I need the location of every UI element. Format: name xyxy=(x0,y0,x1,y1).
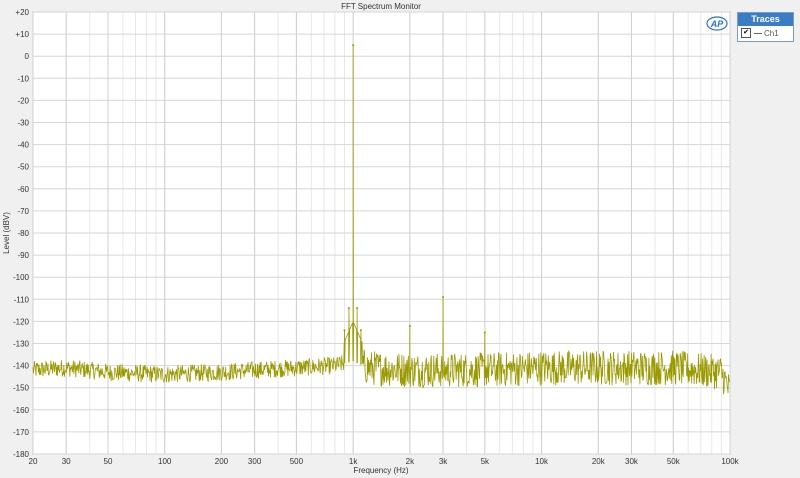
x-tick-label: 10k xyxy=(535,457,549,466)
y-tick-label: -150 xyxy=(13,384,30,393)
x-tick-label: 20k xyxy=(592,457,606,466)
y-tick-label: -130 xyxy=(13,340,30,349)
x-tick-label: 1k xyxy=(349,457,358,466)
y-tick-label: +20 xyxy=(15,8,29,17)
x-tick-label: 30 xyxy=(62,457,71,466)
peak-point xyxy=(356,307,359,310)
x-tick-label: 300 xyxy=(248,457,262,466)
traces-legend: Traces ✔ Ch1 xyxy=(737,12,794,42)
y-tick-label: -60 xyxy=(17,185,29,194)
peak-point xyxy=(352,44,355,47)
x-tick-label: 30k xyxy=(625,457,639,466)
x-tick-label: 2k xyxy=(406,457,415,466)
legend-swatch xyxy=(754,32,762,34)
y-tick-label: -100 xyxy=(13,273,30,282)
y-tick-label: -50 xyxy=(17,163,29,172)
x-tick-label: 20 xyxy=(29,457,38,466)
x-tick-label: 3k xyxy=(439,457,448,466)
x-tick-label: 100 xyxy=(158,457,172,466)
y-tick-label: -140 xyxy=(13,362,30,371)
x-tick-label: 100k xyxy=(721,457,739,466)
peak-point xyxy=(483,331,486,334)
y-tick-label: -40 xyxy=(17,141,29,150)
peak-point xyxy=(408,324,411,327)
peak-point xyxy=(359,329,362,332)
x-tick-label: 5k xyxy=(481,457,490,466)
peak-point xyxy=(347,307,350,310)
x-tick-label: 200 xyxy=(215,457,229,466)
chart: +20 +10 0 -10 -20 -30 -40 -50 -60 -70 -80 -90 -100 -1… xyxy=(2,2,740,475)
y-tick-label: -10 xyxy=(17,74,29,83)
y-tick-label: -180 xyxy=(13,450,30,459)
y-tick-label: 0 xyxy=(25,52,30,61)
y-axis-ticks: +20 +10 0 -10 -20 -30 -40 -50 -60 -70 -80 -90 -100 -1… xyxy=(13,8,30,459)
y-axis-label: Level (dBV) xyxy=(2,212,11,254)
y-tick-label: -110 xyxy=(14,295,30,304)
legend-title: Traces xyxy=(738,13,793,26)
y-tick-label: -30 xyxy=(17,119,29,128)
chart-title: FFT Spectrum Monitor xyxy=(341,2,421,11)
y-tick-label: -80 xyxy=(17,229,29,238)
x-axis-label: Frequency (Hz) xyxy=(353,466,408,475)
y-tick-label: -170 xyxy=(13,428,30,437)
peak-point xyxy=(343,329,346,332)
y-tick-label: -90 xyxy=(17,251,29,260)
x-tick-label: 50 xyxy=(104,457,113,466)
ap-logo-icon: AP xyxy=(706,16,728,31)
grid xyxy=(32,11,731,455)
legend-label: Ch1 xyxy=(764,28,779,38)
y-tick-label: -160 xyxy=(13,406,30,415)
x-tick-label: 500 xyxy=(290,457,304,466)
peak-point xyxy=(442,296,445,299)
y-tick-label: +10 xyxy=(15,30,29,39)
x-axis-ticks: 20 30 50 100 200 300 500 1k 2k 3k 5k 10k 20k 30k 50k 10… xyxy=(29,457,740,466)
y-tick-label: -20 xyxy=(17,96,29,105)
legend-checkbox[interactable]: ✔ xyxy=(741,28,751,38)
legend-item-ch1[interactable]: ✔ Ch1 xyxy=(738,26,793,40)
logo-text: AP xyxy=(710,19,724,29)
y-tick-label: -120 xyxy=(13,317,30,326)
x-tick-label: 50k xyxy=(667,457,681,466)
y-tick-label: -70 xyxy=(17,207,29,216)
